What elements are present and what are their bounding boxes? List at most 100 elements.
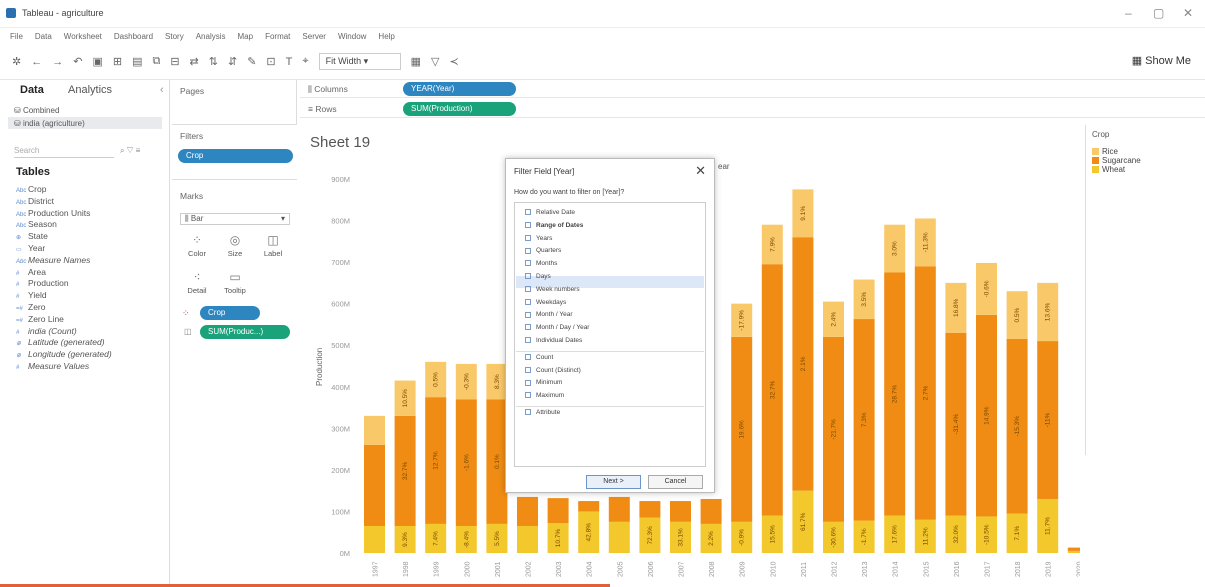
field-item[interactable]: ⊕ Latitude (generated) [16, 337, 105, 347]
field-item[interactable]: Abc Season [16, 219, 57, 229]
maximize-button[interactable]: ▢ [1153, 6, 1164, 20]
field-item[interactable]: # india (Count) [16, 326, 77, 336]
tooltip-icon[interactable]: ▽ [431, 55, 439, 68]
menu-help[interactable]: Help [378, 32, 394, 41]
legend-item[interactable]: Wheat [1092, 165, 1125, 174]
filters-shelf[interactable]: Filters Crop [172, 125, 297, 180]
detail-button[interactable]: ⁖ Detail [182, 270, 212, 300]
sort-ascending-icon[interactable]: ⇅ [209, 55, 218, 68]
clear-icon[interactable]: ⊟ [170, 55, 179, 68]
cancel-button[interactable]: Cancel [648, 475, 703, 489]
field-item[interactable]: Abc Crop [16, 184, 46, 194]
filter-pill-crop[interactable]: Crop [178, 149, 293, 163]
back-icon[interactable]: ← [31, 56, 42, 68]
show-me-button[interactable]: ▦ Show Me [1132, 54, 1191, 67]
undo-icon[interactable]: ↶ [73, 55, 82, 68]
menu-format[interactable]: Format [265, 32, 290, 41]
tableau-logo-icon[interactable]: ✲ [12, 55, 21, 68]
filter-option[interactable]: Years [525, 235, 552, 242]
mark-type-select[interactable]: ⫼ Bar ▾ [180, 213, 290, 225]
field-item[interactable]: # Yield [16, 290, 47, 300]
presentation-icon[interactable]: ▦ [411, 55, 421, 68]
label-icon: ◫ [267, 233, 279, 247]
field-item[interactable]: ⊕ State [16, 231, 48, 241]
save-icon[interactable]: ▣ [92, 55, 102, 68]
data-source-combined[interactable]: ⛁ Combined [14, 106, 59, 115]
share-icon[interactable]: ≺ [449, 55, 458, 68]
menu-analysis[interactable]: Analysis [196, 32, 226, 41]
filter-option[interactable]: Count (Distinct) [525, 367, 581, 374]
label-button[interactable]: ◫ Label [258, 233, 288, 263]
pages-shelf[interactable]: Pages [172, 80, 297, 125]
columns-shelf[interactable]: ⫼ Columns YEAR(Year) [300, 80, 1205, 98]
columns-pill-year[interactable]: YEAR(Year) [403, 82, 516, 96]
menu-dashboard[interactable]: Dashboard [114, 32, 153, 41]
filter-option[interactable]: Minimum [525, 379, 562, 386]
field-item[interactable]: # Area [16, 267, 46, 277]
field-item[interactable]: # Measure Values [16, 361, 89, 371]
duplicate-icon[interactable]: ⧉ [152, 55, 160, 68]
menu-file[interactable]: File [10, 32, 23, 41]
new-worksheet-icon[interactable]: ▤ [132, 55, 142, 68]
collapse-icon[interactable]: ‹ [160, 84, 164, 96]
search-input[interactable]: Search [14, 146, 114, 158]
fit-width-select[interactable]: Fit Width ▾ [318, 53, 401, 70]
menu-worksheet[interactable]: Worksheet [64, 32, 102, 41]
marks-pill-production[interactable]: SUM(Produc...) [200, 325, 290, 339]
field-item[interactable]: Abc District [16, 196, 54, 206]
menu-data[interactable]: Data [35, 32, 52, 41]
filter-option[interactable]: Month / Day / Year [525, 324, 589, 331]
filter-option[interactable]: Months [525, 260, 557, 267]
next-button[interactable]: Next > [586, 475, 641, 489]
menu-map[interactable]: Map [238, 32, 254, 41]
close-window-button[interactable]: ✕ [1183, 6, 1193, 20]
filter-option[interactable]: Week numbers [525, 286, 580, 293]
legend-item[interactable]: Rice [1092, 147, 1118, 156]
option-label: Years [536, 234, 553, 242]
filter-option[interactable]: Count [525, 354, 553, 361]
field-item[interactable]: # Production [16, 278, 69, 288]
tooltip-button[interactable]: ▭ Tooltip [220, 270, 250, 300]
field-type-icon: # [16, 329, 20, 336]
color-button[interactable]: ⁘ Color [182, 233, 212, 263]
filter-option[interactable]: Maximum [525, 392, 564, 399]
legend-item[interactable]: Sugarcane [1092, 156, 1141, 165]
highlight-icon[interactable]: ✎ [247, 55, 256, 68]
rows-pill-production[interactable]: SUM(Production) [403, 102, 516, 116]
fix-axes-icon[interactable]: ⌖ [302, 55, 308, 68]
field-item[interactable]: =# Zero Line [16, 314, 64, 324]
menu-story[interactable]: Story [165, 32, 184, 41]
filter-option[interactable]: Relative Date [525, 209, 575, 216]
data-source-india[interactable]: ⛁ india (agriculture) [14, 119, 85, 128]
field-item[interactable]: Abc Measure Names [16, 255, 90, 265]
filter-option[interactable]: Individual Dates [525, 337, 582, 344]
filter-option[interactable]: Quarters [525, 247, 561, 254]
bar-segment-sugarcane [364, 444, 385, 526]
filter-option[interactable]: Attribute [525, 409, 560, 416]
field-item[interactable]: Abc Production Units [16, 208, 90, 218]
filter-option[interactable]: Month / Year [525, 311, 573, 318]
field-item[interactable]: ▭ Year [16, 243, 45, 253]
swap-icon[interactable]: ⇄ [190, 55, 199, 68]
sort-descending-icon[interactable]: ⇵ [228, 55, 237, 68]
filter-icon[interactable]: ⌕ ▽ ≡ [120, 146, 140, 156]
group-icon[interactable]: ⊡ [266, 55, 275, 68]
new-data-source-icon[interactable]: ⊞ [113, 55, 122, 68]
forward-icon[interactable]: → [52, 56, 63, 68]
menu-window[interactable]: Window [338, 32, 366, 41]
labels-icon[interactable]: T [286, 56, 293, 68]
tab-analytics[interactable]: Analytics [68, 84, 112, 96]
filter-option[interactable]: Days [525, 273, 551, 280]
tab-data[interactable]: Data [20, 84, 44, 96]
field-item[interactable]: ⊕ Longitude (generated) [16, 349, 112, 359]
bar-data-label: 2.7% [922, 385, 929, 400]
marks-pill-crop[interactable]: Crop [200, 306, 260, 320]
field-item[interactable]: =# Zero [16, 302, 45, 312]
close-icon[interactable]: ✕ [695, 163, 706, 179]
filter-option[interactable]: Weekdays [525, 299, 566, 306]
rows-shelf[interactable]: ≡ Rows SUM(Production) [300, 100, 1205, 118]
menu-server[interactable]: Server [302, 32, 326, 41]
minimize-button[interactable]: – [1125, 6, 1132, 20]
filter-option[interactable]: Range of Dates [525, 222, 583, 229]
size-button[interactable]: ◎ Size [220, 233, 250, 263]
